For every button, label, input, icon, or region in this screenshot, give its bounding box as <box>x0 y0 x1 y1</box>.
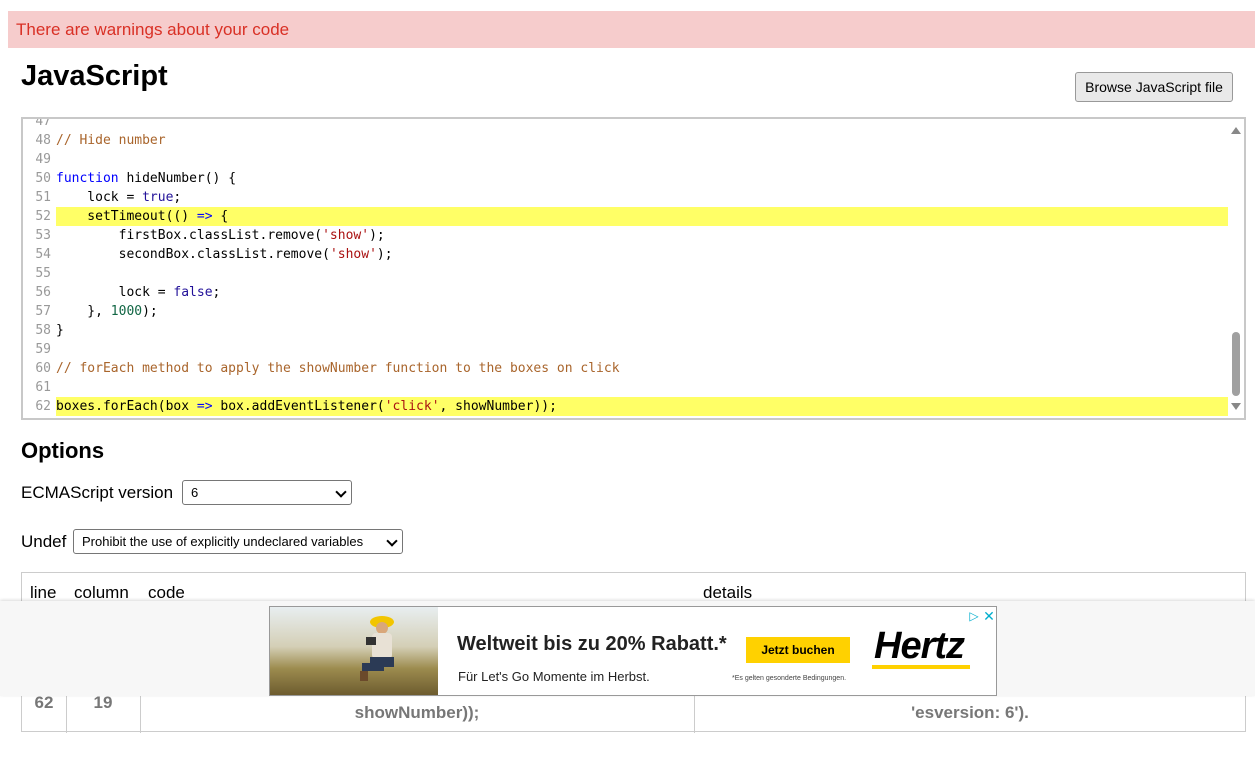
options-heading: Options <box>21 438 105 463</box>
ecma-version-select[interactable]: 6 <box>182 480 352 505</box>
ad-headline: Weltweit bis zu 20% Rabatt.* <box>457 633 727 655</box>
scroll-up-arrow-icon[interactable] <box>1231 127 1241 134</box>
ecma-version-label: ECMAScript version <box>21 483 174 502</box>
code-editor[interactable]: 47 48 // Hide number 49 50 function hideNumbe… <box>21 117 1246 420</box>
line-number: 55 <box>35 266 51 281</box>
ad-fineprint: *Es gelten gesonderte Bedingungen. <box>732 675 847 682</box>
warning-banner: There are warnings about your code <box>8 11 1255 48</box>
ad-info-icon[interactable]: ▷ <box>967 609 981 623</box>
code-line[interactable]: 50 function hideNumber() { <box>23 169 1228 188</box>
hertz-logo: Hertz <box>874 625 965 667</box>
code-text: firstBox.classList.remove('show'); <box>56 228 385 243</box>
cell-column: 19 <box>93 693 113 712</box>
line-number: 47 <box>35 117 51 129</box>
ad-photo <box>270 607 438 695</box>
hertz-logo-bar <box>872 665 970 669</box>
line-number: 54 <box>35 247 51 262</box>
code-line[interactable]: 53 firstBox.classList.remove('show'); <box>23 226 1228 245</box>
code-line[interactable]: 61 <box>23 378 1228 397</box>
ad-strip: Weltweit bis zu 20% Rabatt.* Für Let's G… <box>0 601 1255 696</box>
cell-code: showNumber)); <box>354 703 480 722</box>
code-line[interactable]: 52 setTimeout(() => { <box>23 207 1228 226</box>
code-text: lock = false; <box>56 285 221 300</box>
code-line[interactable]: 54 secondBox.classList.remove('show'); <box>23 245 1228 264</box>
browse-file-button[interactable]: Browse JavaScript file <box>1075 72 1233 102</box>
scroll-down-arrow-icon[interactable] <box>1231 403 1241 410</box>
line-number: 48 <box>35 133 51 148</box>
undef-label: Undef <box>21 532 67 551</box>
line-number: 49 <box>35 152 51 167</box>
undef-value: Prohibit the use of explicitly undeclare… <box>82 534 364 549</box>
code-text: lock = true; <box>56 190 182 205</box>
code-text: secondBox.classList.remove('show'); <box>56 247 393 262</box>
code-text: // Hide number <box>56 133 166 148</box>
chevron-down-icon <box>386 535 398 547</box>
code-line[interactable]: 58} <box>23 321 1228 340</box>
code-text: } <box>56 323 64 338</box>
code-line[interactable]: 57 }, 1000); <box>23 302 1228 321</box>
code-line[interactable]: 49 <box>23 150 1228 169</box>
ecma-version-value: 6 <box>191 485 199 500</box>
line-number: 57 <box>35 304 51 319</box>
line-number: 60 <box>35 361 51 376</box>
header-column: column <box>74 583 129 602</box>
code-text: setTimeout(() => { <box>56 207 1228 226</box>
line-number: 52 <box>35 209 51 224</box>
chevron-down-icon <box>335 486 347 498</box>
code-text: // forEach method to apply the showNumbe… <box>56 361 620 376</box>
code-line[interactable]: 48 // Hide number <box>23 131 1228 150</box>
line-number: 59 <box>35 342 51 357</box>
header-details: details <box>703 583 753 602</box>
page-title: JavaScript <box>21 60 168 92</box>
code-line[interactable]: 59 <box>23 340 1228 359</box>
line-number: 53 <box>35 228 51 243</box>
editor-scrollbar[interactable] <box>1228 119 1244 418</box>
code-line[interactable]: 62 boxes.forEach(box => box.addEventListe… <box>23 397 1228 416</box>
code-text: boxes.forEach(box => box.addEventListene… <box>56 397 1228 416</box>
ad-subline: Für Let's Go Momente im Herbst. <box>458 669 650 684</box>
code-line[interactable]: 55 <box>23 264 1228 283</box>
cell-line: 62 <box>34 693 54 712</box>
header-line: line <box>30 583 57 602</box>
code-line[interactable]: 60 // forEach method to apply the showNum… <box>23 359 1228 378</box>
code-line[interactable]: 51 lock = true; <box>23 188 1228 207</box>
code-text: }, 1000); <box>56 304 158 319</box>
ad-person-image <box>360 616 394 681</box>
advertisement-banner[interactable]: Weltweit bis zu 20% Rabatt.* Für Let's G… <box>269 606 997 696</box>
header-code: code <box>148 583 185 602</box>
line-number: 61 <box>35 380 51 395</box>
scroll-thumb[interactable] <box>1232 332 1240 396</box>
code-line[interactable]: 47 <box>23 117 1228 131</box>
ad-close-icon[interactable]: ✕ <box>982 609 996 623</box>
ad-cta-button[interactable]: Jetzt buchen <box>746 637 850 663</box>
line-number: 50 <box>35 171 51 186</box>
line-number: 62 <box>35 399 51 414</box>
code-line[interactable]: 56 lock = false; <box>23 283 1228 302</box>
undef-select[interactable]: Prohibit the use of explicitly undeclare… <box>73 529 403 554</box>
cell-details: 'esversion: 6'). <box>911 703 1029 722</box>
line-number: 56 <box>35 285 51 300</box>
code-lines: 47 48 // Hide number 49 50 function hideNumbe… <box>23 117 1228 416</box>
line-number: 58 <box>35 323 51 338</box>
line-number: 51 <box>35 190 51 205</box>
code-text: function hideNumber() { <box>56 171 237 186</box>
